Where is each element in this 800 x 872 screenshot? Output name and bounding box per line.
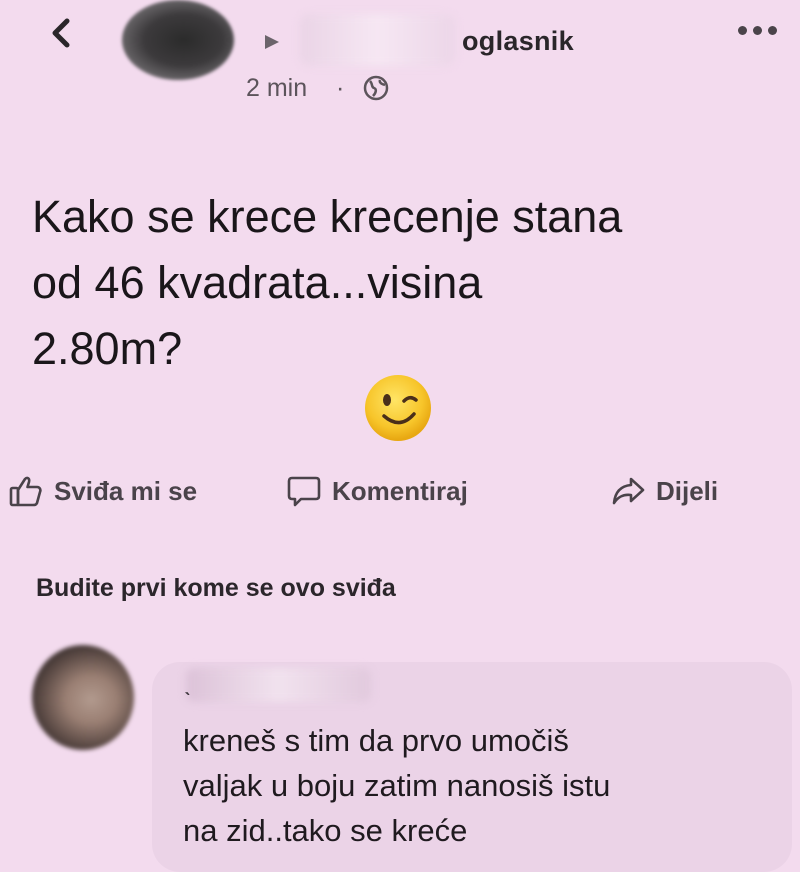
commenter-name-fragment: ˋ bbox=[184, 690, 191, 712]
comment-icon bbox=[287, 476, 321, 507]
like-button[interactable]: Sviđa mi se bbox=[8, 466, 197, 516]
comment-text: kreneš s tim da prvo umočiš valjak u boj… bbox=[183, 723, 611, 848]
comment-button[interactable]: Komentiraj bbox=[286, 466, 468, 516]
post-timestamp[interactable]: 2 min bbox=[246, 74, 307, 103]
share-icon bbox=[612, 477, 645, 505]
caret-right-icon bbox=[265, 35, 279, 49]
back-button[interactable] bbox=[40, 8, 80, 58]
commenter-name-redacted[interactable] bbox=[186, 668, 371, 702]
like-label: Sviđa mi se bbox=[54, 475, 198, 506]
share-label: Dijeli bbox=[656, 475, 719, 506]
chevron-left-icon bbox=[52, 18, 70, 48]
comment-label: Komentiraj bbox=[332, 475, 468, 506]
author-avatar[interactable] bbox=[122, 0, 234, 80]
commenter-avatar[interactable] bbox=[32, 645, 134, 750]
globe-icon bbox=[363, 75, 389, 101]
likes-summary: Budite prvi kome se ovo sviđa bbox=[36, 574, 396, 602]
post-text: Kako se krece krecenje stana od 46 kvadr… bbox=[32, 191, 623, 374]
thumbs-up-icon bbox=[9, 476, 42, 507]
group-name[interactable]: oglasnik bbox=[462, 26, 574, 57]
share-button[interactable]: Dijeli bbox=[610, 466, 718, 516]
meta-separator: · bbox=[336, 74, 345, 102]
winking-face-icon bbox=[365, 375, 431, 441]
author-name-redacted[interactable] bbox=[300, 14, 455, 66]
ellipsis-icon bbox=[738, 26, 747, 35]
more-options-button[interactable] bbox=[728, 12, 788, 48]
